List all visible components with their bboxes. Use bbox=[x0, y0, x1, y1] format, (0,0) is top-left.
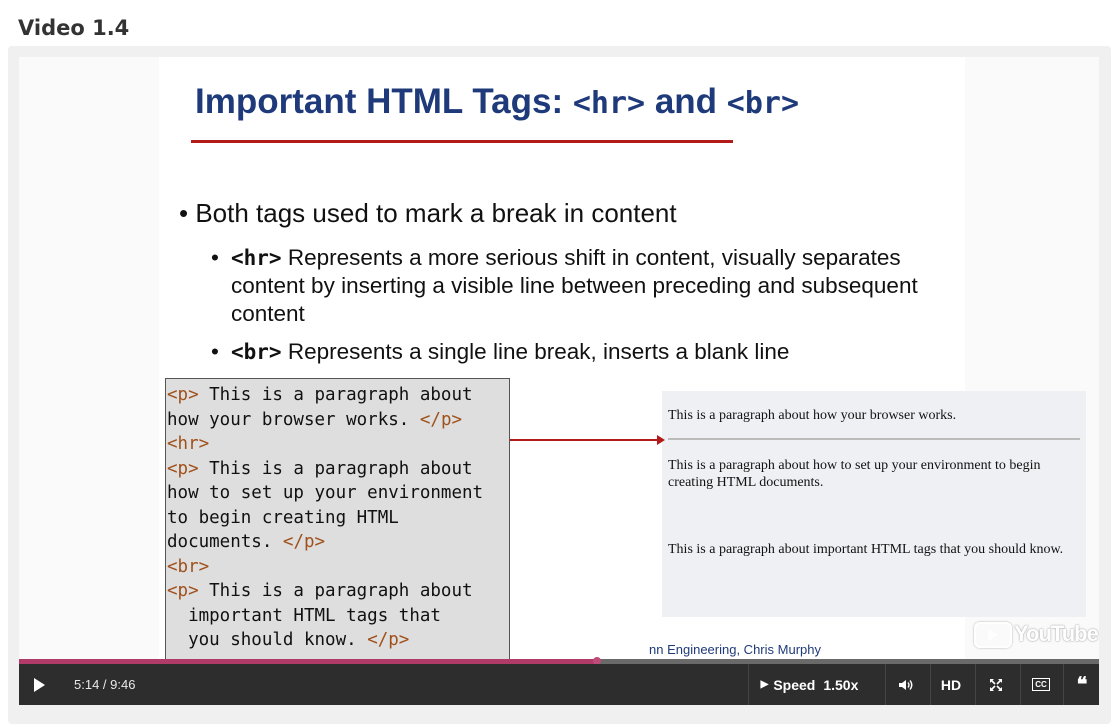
code-tag: <p> bbox=[167, 385, 199, 405]
code-line: you should know. </p> bbox=[167, 628, 509, 653]
hd-label: HD bbox=[940, 676, 962, 693]
code-line: how to set up your environment bbox=[167, 481, 509, 506]
slide-title-br-code: <br> bbox=[726, 86, 800, 121]
closed-captions-button[interactable]: CC bbox=[1020, 664, 1061, 705]
volume-button[interactable] bbox=[885, 664, 926, 705]
bullet-br: • <br> Represents a single line break, i… bbox=[211, 338, 931, 366]
code-text: you should know. bbox=[167, 630, 368, 650]
browser-paragraph-2: This is a paragraph about how to set up … bbox=[668, 458, 1041, 490]
player-controls: 5:14 / 9:46 ▶ Speed 1.50x HD CC ❝ bbox=[19, 664, 1099, 705]
speed-value: 1.50x bbox=[823, 676, 859, 693]
speed-label: Speed bbox=[773, 676, 816, 693]
bullet-hr: • <hr> Represents a more serious shift i… bbox=[211, 244, 931, 328]
code-tag: <hr> bbox=[167, 434, 210, 454]
slide-title-text: Important HTML Tags: bbox=[195, 82, 573, 121]
youtube-logo-text: YouTube bbox=[1014, 621, 1099, 646]
code-text: how to set up your environment bbox=[167, 483, 484, 503]
browser-paragraph-3: This is a paragraph about important HTML… bbox=[668, 542, 1064, 557]
code-text: documents. bbox=[167, 532, 283, 552]
code-line: <p> This is a paragraph about bbox=[167, 383, 509, 408]
code-line: <p> This is a paragraph about bbox=[167, 579, 509, 604]
code-tag: <p> bbox=[167, 458, 199, 479]
code-text: This is a paragraph about bbox=[198, 385, 473, 405]
code-line: documents. </p> bbox=[167, 530, 509, 555]
time-display: 5:14 / 9:46 bbox=[74, 677, 136, 692]
slide-title-and: and bbox=[645, 82, 727, 121]
code-tag: <br> bbox=[167, 556, 210, 577]
play-button[interactable] bbox=[27, 664, 51, 705]
browser-render-example: This is a paragraph about how your brows… bbox=[662, 391, 1086, 617]
video-heading: Video 1.4 bbox=[18, 16, 130, 40]
speed-button[interactable]: ▶ Speed 1.50x bbox=[748, 664, 870, 705]
bullet-hr-code: <hr> bbox=[231, 246, 282, 270]
code-line: <hr> bbox=[167, 432, 509, 457]
fullscreen-button[interactable] bbox=[975, 664, 1016, 705]
browser-hr-line bbox=[668, 438, 1080, 440]
youtube-play-icon bbox=[974, 622, 1012, 649]
slide-credit: nn Engineering, Chris Murphy bbox=[649, 642, 821, 657]
bullet-main: • Both tags used to mark a break in cont… bbox=[179, 198, 677, 228]
code-text: how your browser works. bbox=[167, 409, 420, 430]
code-text: important HTML tags that bbox=[167, 605, 441, 626]
bullet-br-text: Represents a single line break, inserts … bbox=[281, 339, 790, 364]
code-tag: </p> bbox=[282, 532, 326, 552]
code-tag: </p> bbox=[419, 409, 463, 430]
video-viewport[interactable]: Important HTML Tags: <hr> and <br> • Bot… bbox=[19, 57, 1099, 664]
code-tag: <p> bbox=[167, 581, 199, 601]
browser-paragraph-1: This is a paragraph about how your brows… bbox=[668, 408, 957, 423]
slide-title: Important HTML Tags: <hr> and <br> bbox=[195, 82, 799, 122]
code-example-box: <p> This is a paragraph about how your br… bbox=[165, 378, 510, 664]
hd-button[interactable]: HD bbox=[930, 664, 971, 705]
code-line: to begin creating HTML bbox=[167, 506, 509, 531]
quote-icon: ❝ bbox=[1076, 674, 1088, 696]
slide-title-hr-code: <hr> bbox=[572, 86, 646, 121]
code-text: This is a paragraph about bbox=[198, 458, 473, 479]
code-line: how your browser works. </p> bbox=[167, 408, 509, 433]
play-icon bbox=[33, 677, 45, 692]
closed-captions-icon: CC bbox=[1032, 678, 1050, 691]
fullscreen-icon bbox=[990, 678, 1002, 691]
transcript-button[interactable]: ❝ bbox=[1063, 664, 1100, 705]
code-tag: </p> bbox=[367, 630, 410, 650]
youtube-logo[interactable]: YouTube bbox=[974, 621, 1099, 649]
bullet-dot: • bbox=[211, 245, 219, 270]
volume-icon bbox=[899, 679, 913, 690]
title-underline bbox=[191, 140, 733, 143]
code-text: This is a paragraph about bbox=[198, 581, 473, 601]
code-text: to begin creating HTML bbox=[167, 507, 399, 528]
bullet-br-code: <br> bbox=[231, 340, 282, 364]
code-line: <p> This is a paragraph about bbox=[167, 457, 509, 482]
bullet-dot: • bbox=[211, 339, 219, 364]
code-line: <br> bbox=[167, 555, 509, 580]
bullet-hr-text: Represents a more serious shift in conte… bbox=[231, 245, 918, 326]
bullet-main-text: Both tags used to mark a break in conten… bbox=[195, 198, 677, 228]
arrow-head-icon bbox=[657, 435, 665, 445]
code-line: important HTML tags that bbox=[167, 604, 509, 629]
caret-right-icon: ▶ bbox=[760, 679, 769, 690]
